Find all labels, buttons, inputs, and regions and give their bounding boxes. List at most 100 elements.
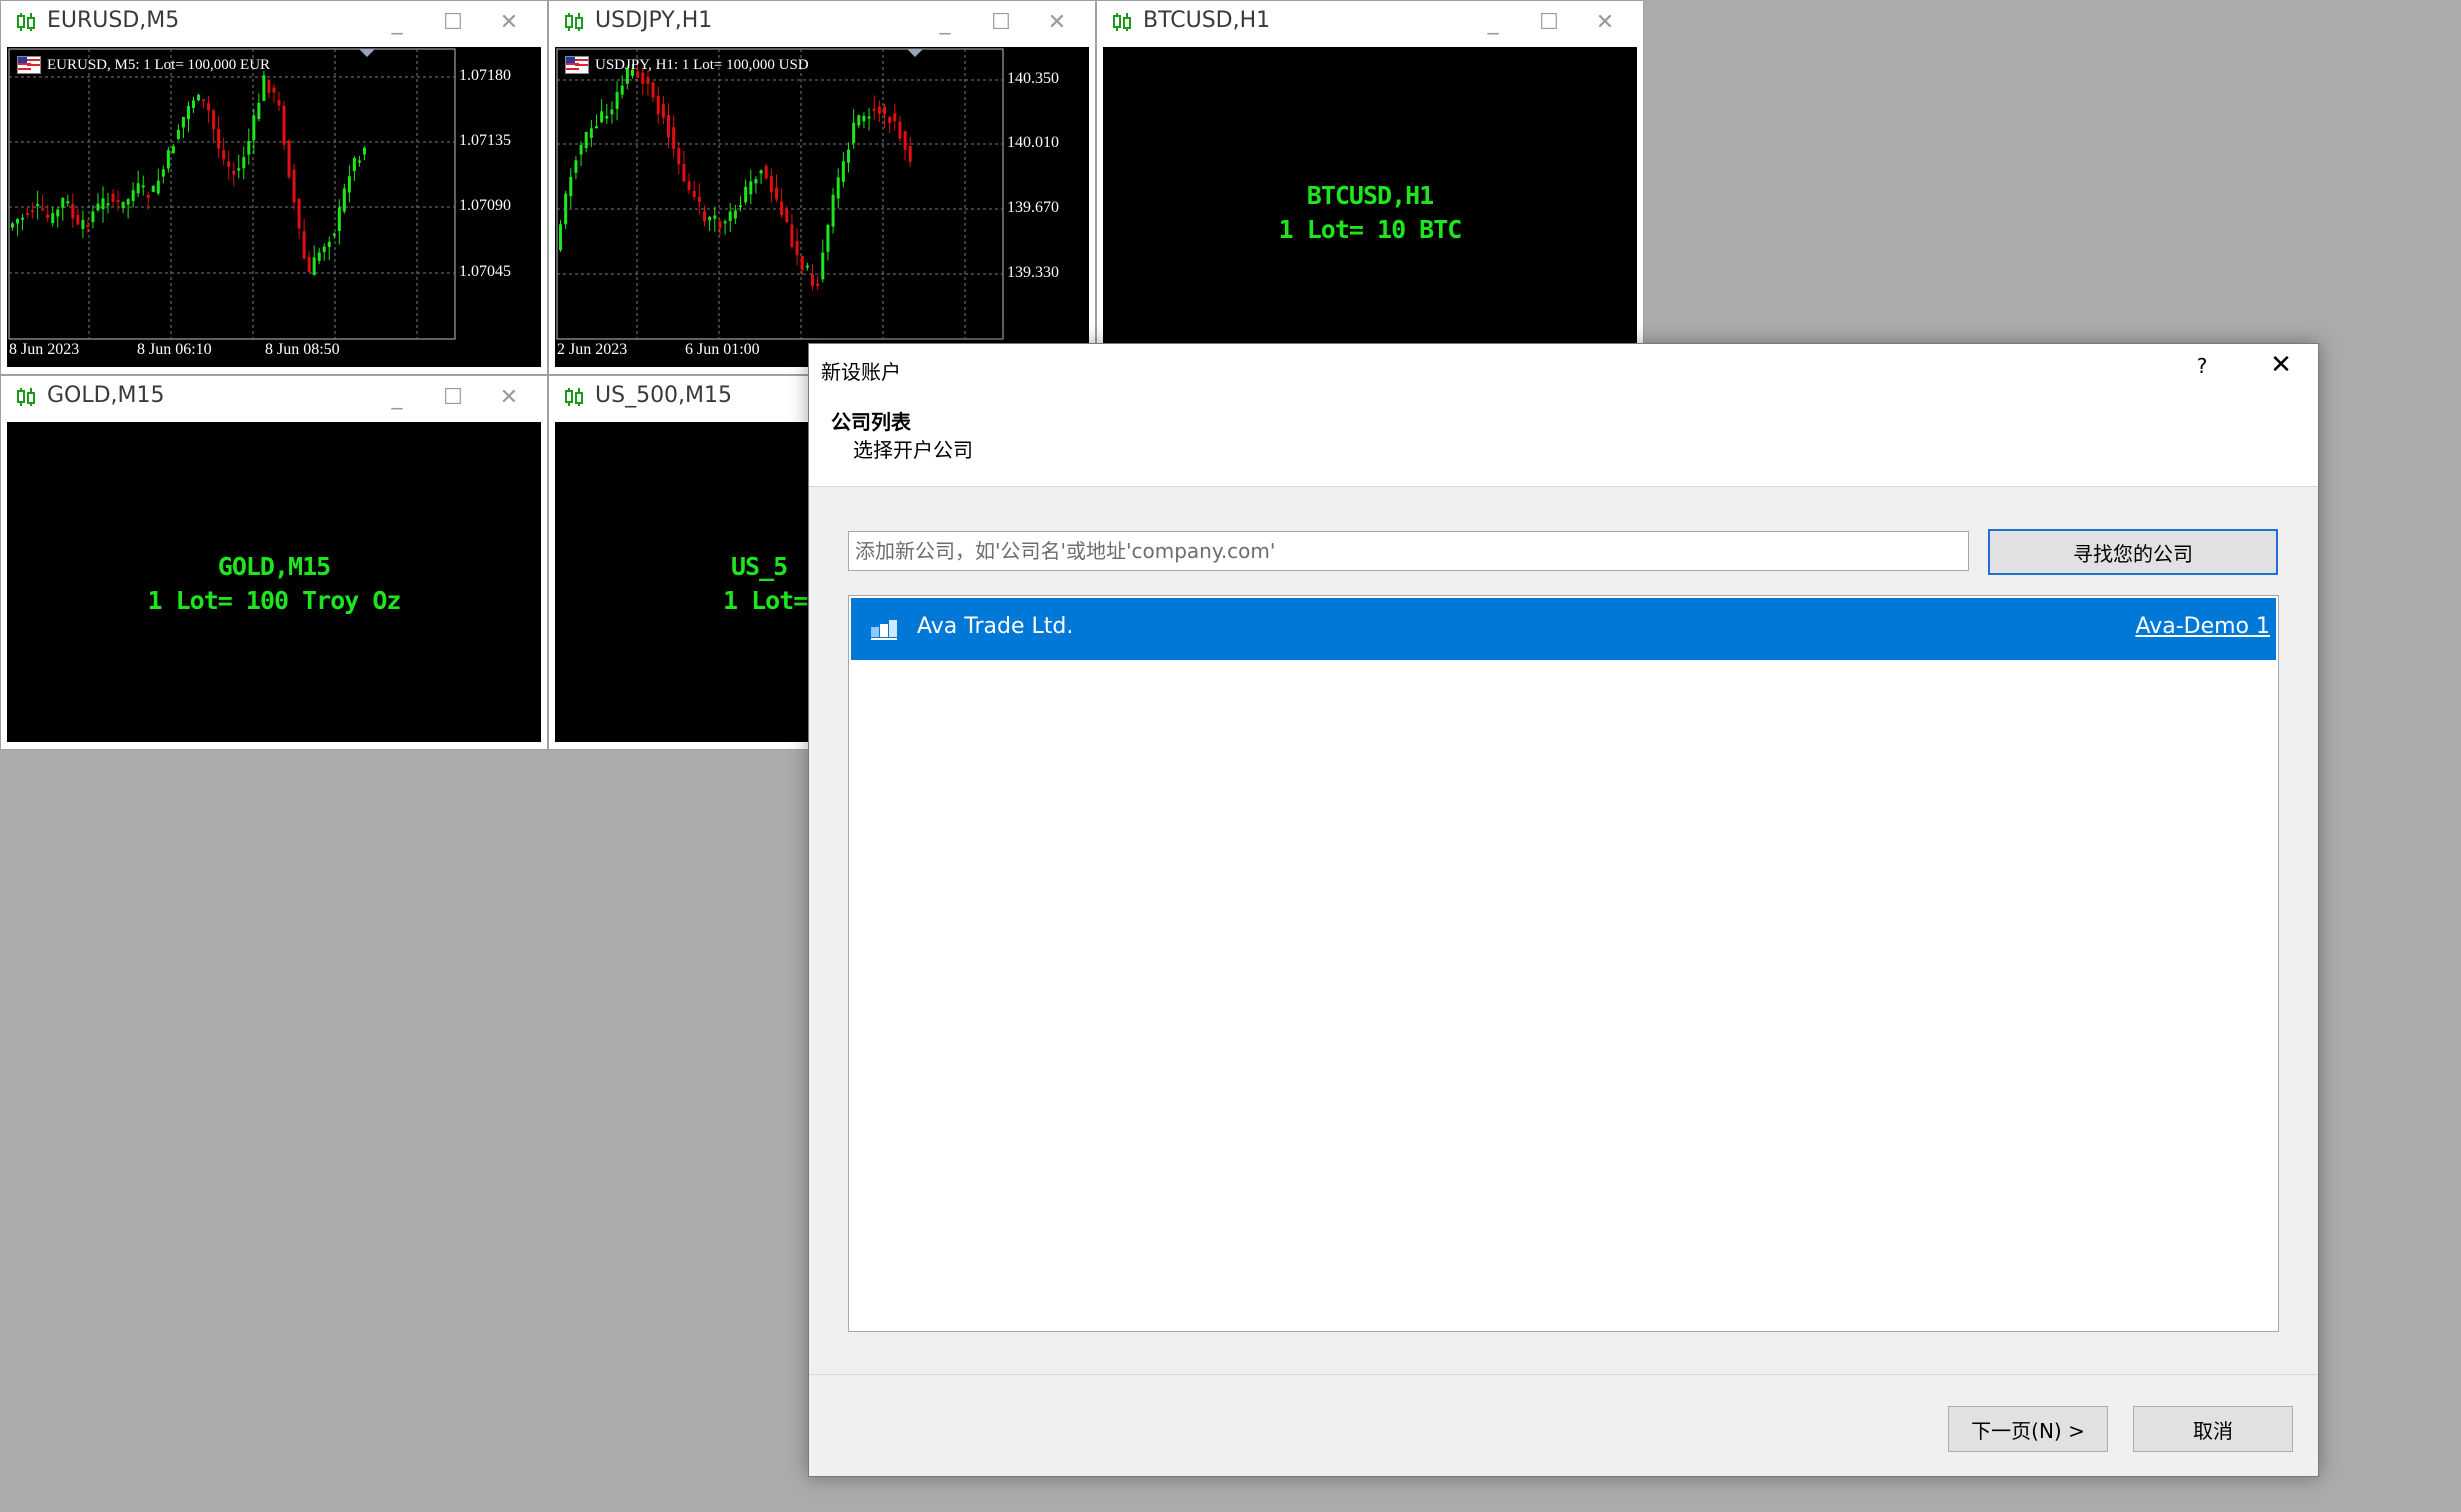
close-icon[interactable]: ✕: [1043, 9, 1071, 37]
chart-window-usdjpy[interactable]: USDJPY,H1 _ ☐ ✕ USDJPY, H1: 1 Lot= 100,0…: [548, 0, 1096, 375]
candle-body: [86, 224, 90, 227]
candle-body: [811, 274, 814, 286]
candle-body: [600, 111, 604, 123]
candle-body: [357, 160, 361, 163]
help-icon[interactable]: ?: [2187, 354, 2217, 378]
company-name: Ava Trade Ltd.: [917, 614, 1074, 639]
candle-body: [186, 106, 190, 120]
candle-body: [697, 196, 701, 202]
candle-body: [51, 213, 55, 224]
candlestick-icon: [17, 13, 35, 31]
candle-body: [151, 186, 155, 192]
close-icon[interactable]: ✕: [495, 9, 523, 37]
dialog-title: 新设账户: [821, 360, 901, 384]
candle-body: [672, 127, 676, 149]
candle-body: [267, 79, 271, 93]
close-icon[interactable]: ✕: [2261, 350, 2301, 380]
candle-body: [564, 193, 568, 225]
company-list-item[interactable]: Ava Trade Ltd. Ava-Demo 1: [851, 598, 2276, 660]
page-subheading: 选择开户公司: [853, 438, 973, 462]
date-tick: 8 Jun 08:50: [265, 341, 340, 358]
price-tick: 139.330: [1007, 264, 1059, 281]
candle-body: [620, 85, 624, 95]
candle-body: [76, 215, 80, 225]
candle-body: [257, 102, 261, 120]
divider: [809, 1374, 2318, 1375]
new-account-dialog[interactable]: 新设账户 ? ✕ 公司列表 选择开户公司 寻找您的公司 Ava Trade Lt…: [808, 343, 2319, 1477]
candle-body: [687, 181, 691, 190]
candle-body: [126, 199, 130, 205]
candle-body: [641, 72, 645, 84]
candle-body: [292, 169, 296, 203]
candle-body: [61, 198, 65, 208]
chart-titlebar[interactable]: GOLD,M15 _ ☐ ✕: [1, 376, 547, 420]
candle-body: [826, 224, 830, 252]
candle-body: [227, 161, 231, 167]
minimize-icon[interactable]: _: [931, 9, 959, 37]
candle-body: [111, 193, 115, 202]
price-tick: 1.07180: [459, 67, 511, 84]
candle-body: [307, 256, 311, 272]
candle-body: [287, 140, 291, 178]
candle-body: [569, 176, 573, 197]
candle-body: [322, 246, 326, 253]
maximize-icon[interactable]: ☐: [439, 384, 467, 412]
candle-body: [872, 108, 876, 111]
price-tick: 1.07135: [459, 132, 511, 149]
candle-body: [91, 211, 95, 223]
chart-canvas[interactable]: EURUSD, M5: 1 Lot= 100,000 EUR 1.07180 1…: [7, 47, 541, 367]
chart-titlebar[interactable]: EURUSD,M5 _ ☐ ✕: [1, 1, 547, 45]
minimize-icon[interactable]: _: [383, 384, 411, 412]
candle-body: [579, 144, 583, 155]
company-search-input[interactable]: [848, 531, 1969, 571]
candle-body: [222, 150, 226, 160]
candle-body: [893, 113, 897, 122]
maximize-icon[interactable]: ☐: [1535, 9, 1563, 37]
candle-body: [242, 157, 246, 169]
candle-body: [327, 241, 331, 247]
maximize-icon[interactable]: ☐: [987, 9, 1015, 37]
candle-body: [31, 210, 35, 213]
candle-body: [297, 198, 301, 229]
candle-body: [312, 257, 316, 276]
candle-body: [41, 208, 45, 211]
candle-body: [559, 224, 562, 251]
company-list[interactable]: Ava Trade Ltd. Ava-Demo 1: [848, 595, 2279, 1332]
chart-window-btcusd[interactable]: BTCUSD,H1 _ ☐ ✕ BTCUSD,H1 1 Lot= 10 BTC: [1096, 0, 1644, 375]
candle-body: [867, 116, 871, 119]
candle-body: [332, 233, 336, 236]
chart-titlebar[interactable]: USDJPY,H1 _ ☐ ✕: [549, 1, 1095, 45]
candle-body: [181, 116, 185, 128]
candle-body: [816, 283, 820, 286]
page-heading: 公司列表: [831, 410, 911, 434]
candle-body: [252, 115, 256, 140]
price-tick: 1.07090: [459, 197, 511, 214]
candle-body: [302, 231, 306, 259]
chart-canvas[interactable]: BTCUSD,H1 1 Lot= 10 BTC: [1103, 47, 1637, 367]
close-icon[interactable]: ✕: [1591, 9, 1619, 37]
candle-body: [667, 115, 670, 138]
server-link[interactable]: Ava-Demo 1: [2135, 614, 2270, 639]
candle-body: [272, 87, 276, 93]
chart-window-eurusd[interactable]: EURUSD,M5 _ ☐ ✕ EURUSD, M5: 1 Lot= 100,0…: [0, 0, 548, 375]
candle-body: [11, 223, 14, 228]
find-company-button[interactable]: 寻找您的公司: [1988, 529, 2278, 575]
price-tick: 139.670: [1007, 199, 1059, 216]
chart-window-gold[interactable]: GOLD,M15 _ ☐ ✕ GOLD,M15 1 Lot= 100 Troy …: [0, 375, 548, 750]
cancel-button[interactable]: 取消: [2133, 1406, 2293, 1452]
next-button[interactable]: 下一页(N) >: [1948, 1406, 2108, 1452]
close-icon[interactable]: ✕: [495, 384, 523, 412]
chart-canvas[interactable]: USDJPY, H1: 1 Lot= 100,000 USD 140.350 1…: [555, 47, 1089, 367]
chart-titlebar[interactable]: BTCUSD,H1 _ ☐ ✕: [1097, 1, 1643, 45]
candle-body: [202, 99, 206, 102]
minimize-icon[interactable]: _: [383, 9, 411, 37]
chart-canvas[interactable]: GOLD,M15 1 Lot= 100 Troy Oz: [7, 422, 541, 742]
candle-body: [101, 198, 105, 210]
candlestick-icon: [565, 13, 583, 31]
candle-body: [656, 96, 660, 114]
candle-body: [805, 265, 809, 268]
minimize-icon[interactable]: _: [1479, 9, 1507, 37]
candle-body: [790, 224, 794, 247]
candle-body: [277, 100, 281, 106]
maximize-icon[interactable]: ☐: [439, 9, 467, 37]
